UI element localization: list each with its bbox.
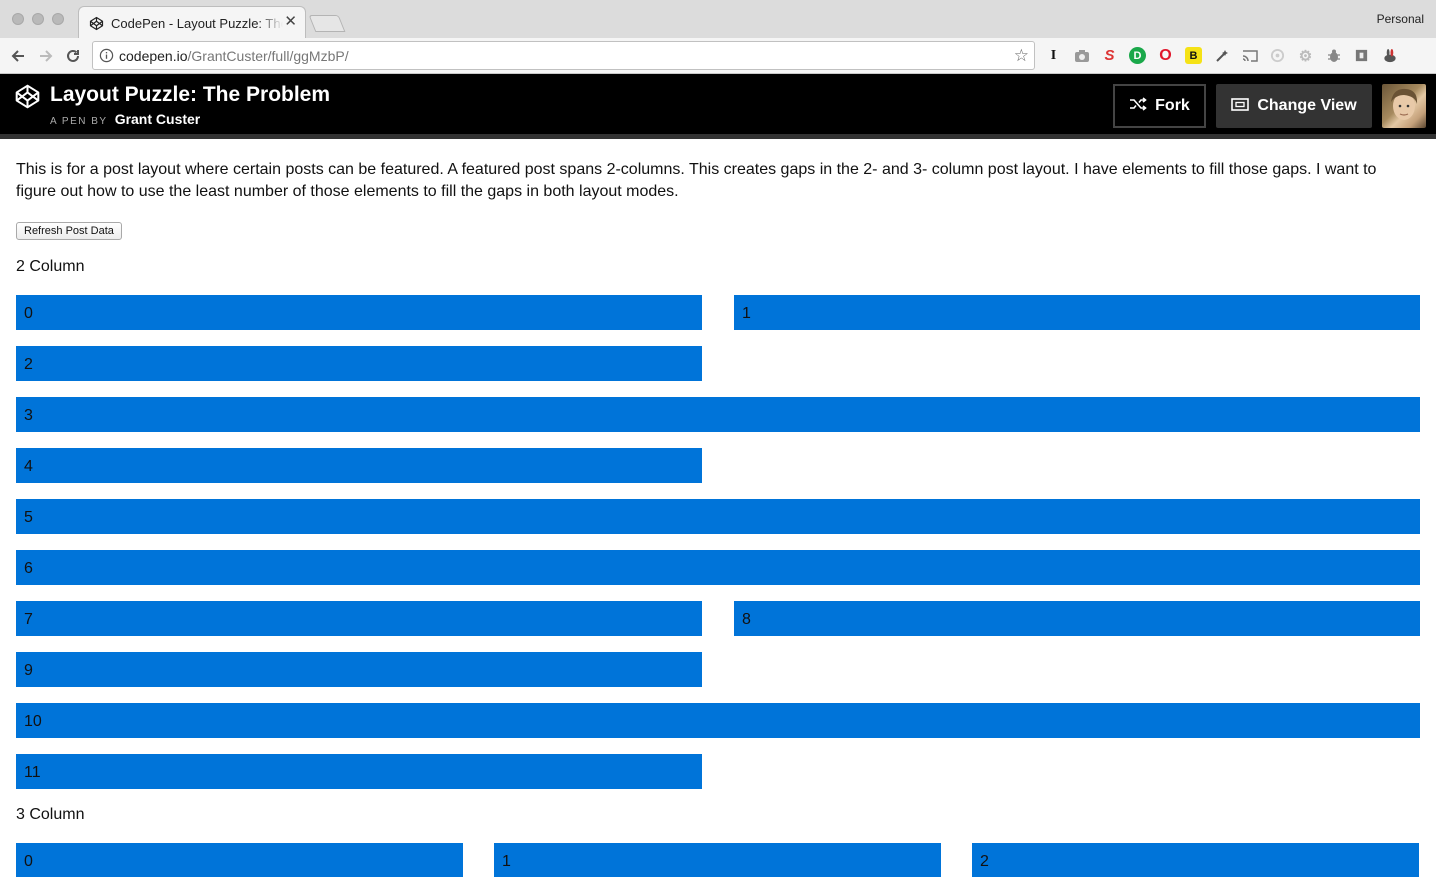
forward-arrow-icon[interactable] — [36, 46, 56, 66]
refresh-post-data-button[interactable]: Refresh Post Data — [16, 222, 122, 240]
extension-d-icon[interactable]: D — [1129, 47, 1146, 64]
post-item: 3 — [16, 397, 1420, 432]
post-item: 0 — [16, 295, 702, 330]
codepen-logo-icon[interactable] — [14, 83, 41, 115]
three-column-heading: 3 Column — [16, 806, 85, 823]
author-link[interactable]: Grant Custer — [115, 111, 201, 127]
zoom-window-button[interactable] — [52, 13, 64, 25]
browser-toolbar: codepen.io/GrantCuster/full/ggMzbP/ ☆ I … — [0, 38, 1436, 74]
browser-titlebar: CodePen - Layout Puzzle: The Problem ✕ P… — [0, 0, 1436, 39]
rabbit-icon[interactable] — [1381, 47, 1398, 64]
post-item: 1 — [494, 843, 941, 877]
fork-label: Fork — [1155, 97, 1190, 114]
post-item: 10 — [16, 703, 1420, 738]
bug-icon[interactable] — [1325, 47, 1342, 64]
tab-title: CodePen - Layout Puzzle: The Problem — [111, 16, 283, 31]
post-item: 2 — [16, 346, 702, 381]
post-item: 5 — [16, 499, 1420, 534]
fork-button[interactable]: Fork — [1113, 84, 1206, 128]
browser-tab[interactable]: CodePen - Layout Puzzle: The Problem ✕ — [78, 6, 306, 39]
intro-text: This is for a post layout where certain … — [16, 161, 1377, 200]
extension-i-icon[interactable]: I — [1045, 47, 1062, 64]
post-item: 9 — [16, 652, 702, 687]
info-icon[interactable] — [99, 48, 114, 68]
new-tab-button[interactable] — [308, 15, 346, 32]
extension-b-icon[interactable]: B — [1185, 47, 1202, 64]
minimize-window-button[interactable] — [32, 13, 44, 25]
wand-icon[interactable] — [1213, 47, 1230, 64]
pen-title: Layout Puzzle: The Problem — [50, 83, 331, 106]
post-item: 4 — [16, 448, 702, 483]
reload-icon[interactable] — [63, 46, 83, 66]
tab-close-icon[interactable]: ✕ — [284, 14, 297, 30]
byline-label: A PEN BY — [50, 116, 108, 127]
post-item: 8 — [734, 601, 1420, 636]
post-item: 7 — [16, 601, 702, 636]
opera-icon[interactable]: O — [1157, 47, 1174, 64]
user-avatar[interactable] — [1382, 84, 1426, 128]
post-item: 0 — [16, 843, 463, 877]
codepen-favicon-icon — [89, 16, 104, 36]
fork-icon — [1129, 96, 1147, 116]
bookmark-star-icon[interactable]: ☆ — [1014, 46, 1029, 66]
post-item: 11 — [16, 754, 702, 789]
profile-name[interactable]: Personal — [1377, 12, 1424, 26]
gear-icon[interactable]: ⚙ — [1297, 47, 1314, 65]
circle-icon[interactable] — [1269, 47, 1286, 64]
puzzle-icon[interactable] — [1353, 47, 1370, 64]
post-item: 1 — [734, 295, 1420, 330]
camera-icon[interactable] — [1073, 47, 1090, 64]
post-item: 6 — [16, 550, 1420, 585]
change-view-label: Change View — [1257, 97, 1357, 114]
pen-byline: A PEN BY Grant Custer — [50, 111, 200, 127]
close-window-button[interactable] — [12, 13, 24, 25]
url-path: /GrantCuster/full/ggMzbP/ — [187, 48, 349, 64]
cast-icon[interactable] — [1241, 47, 1258, 64]
change-view-icon — [1231, 97, 1250, 116]
two-column-heading: 2 Column — [16, 258, 85, 275]
address-bar[interactable]: codepen.io/GrantCuster/full/ggMzbP/ ☆ — [92, 41, 1035, 70]
extension-s-icon[interactable]: S — [1101, 47, 1118, 64]
url-text: codepen.io/GrantCuster/full/ggMzbP/ — [119, 48, 349, 64]
post-item: 2 — [972, 843, 1419, 877]
change-view-button[interactable]: Change View — [1216, 84, 1372, 128]
url-host: codepen.io — [119, 48, 188, 64]
back-arrow-icon[interactable] — [8, 46, 28, 66]
codepen-header: Layout Puzzle: The Problem A PEN BY Gran… — [0, 74, 1436, 139]
